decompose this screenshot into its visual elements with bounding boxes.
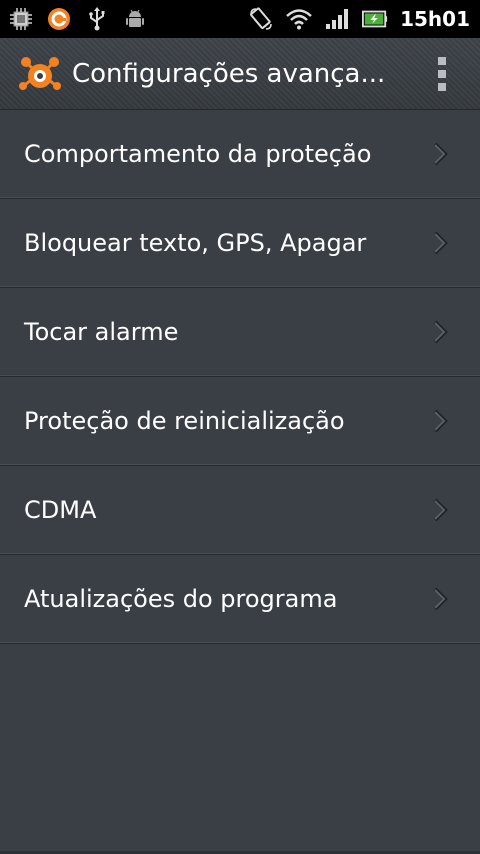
overflow-menu-icon[interactable] bbox=[432, 54, 452, 94]
wifi-icon bbox=[286, 6, 312, 32]
settings-list: Comportamento da proteção Bloquear texto… bbox=[0, 110, 480, 644]
chevron-right-icon bbox=[433, 498, 448, 522]
list-item-label: Atualizações do programa bbox=[24, 585, 338, 613]
status-bar: 15h01 bbox=[0, 0, 480, 38]
action-bar: Configurações avança... bbox=[0, 38, 480, 110]
usb-icon bbox=[84, 6, 110, 32]
cpu-icon bbox=[8, 6, 34, 32]
list-item-program-updates[interactable]: Atualizações do programa bbox=[0, 555, 480, 644]
avast-logo-icon[interactable] bbox=[18, 52, 62, 96]
list-item-protection-behavior[interactable]: Comportamento da proteção bbox=[0, 110, 480, 199]
status-time: 15h01 bbox=[400, 7, 470, 31]
page-title: Configurações avança... bbox=[72, 58, 386, 89]
list-item-sound-alarm[interactable]: Tocar alarme bbox=[0, 288, 480, 377]
chevron-right-icon bbox=[433, 231, 448, 255]
battery-charging-icon bbox=[362, 6, 388, 32]
list-item-label: Proteção de reinicialização bbox=[24, 407, 345, 435]
list-item-label: Tocar alarme bbox=[24, 318, 179, 346]
list-item-label: Comportamento da proteção bbox=[24, 140, 372, 168]
signal-icon bbox=[324, 6, 350, 32]
avast-notification-icon bbox=[46, 6, 72, 32]
chevron-right-icon bbox=[433, 587, 448, 611]
chevron-right-icon bbox=[433, 409, 448, 433]
list-item-cdma[interactable]: CDMA bbox=[0, 466, 480, 555]
chevron-right-icon bbox=[433, 320, 448, 344]
list-item-reboot-protection[interactable]: Proteção de reinicialização bbox=[0, 377, 480, 466]
chevron-right-icon bbox=[433, 142, 448, 166]
list-item-label: Bloquear texto, GPS, Apagar bbox=[24, 229, 367, 257]
android-debug-icon bbox=[122, 6, 148, 32]
list-item-label: CDMA bbox=[24, 496, 97, 524]
screen-rotate-icon bbox=[248, 6, 274, 32]
list-item-block-text-gps-wipe[interactable]: Bloquear texto, GPS, Apagar bbox=[0, 199, 480, 288]
